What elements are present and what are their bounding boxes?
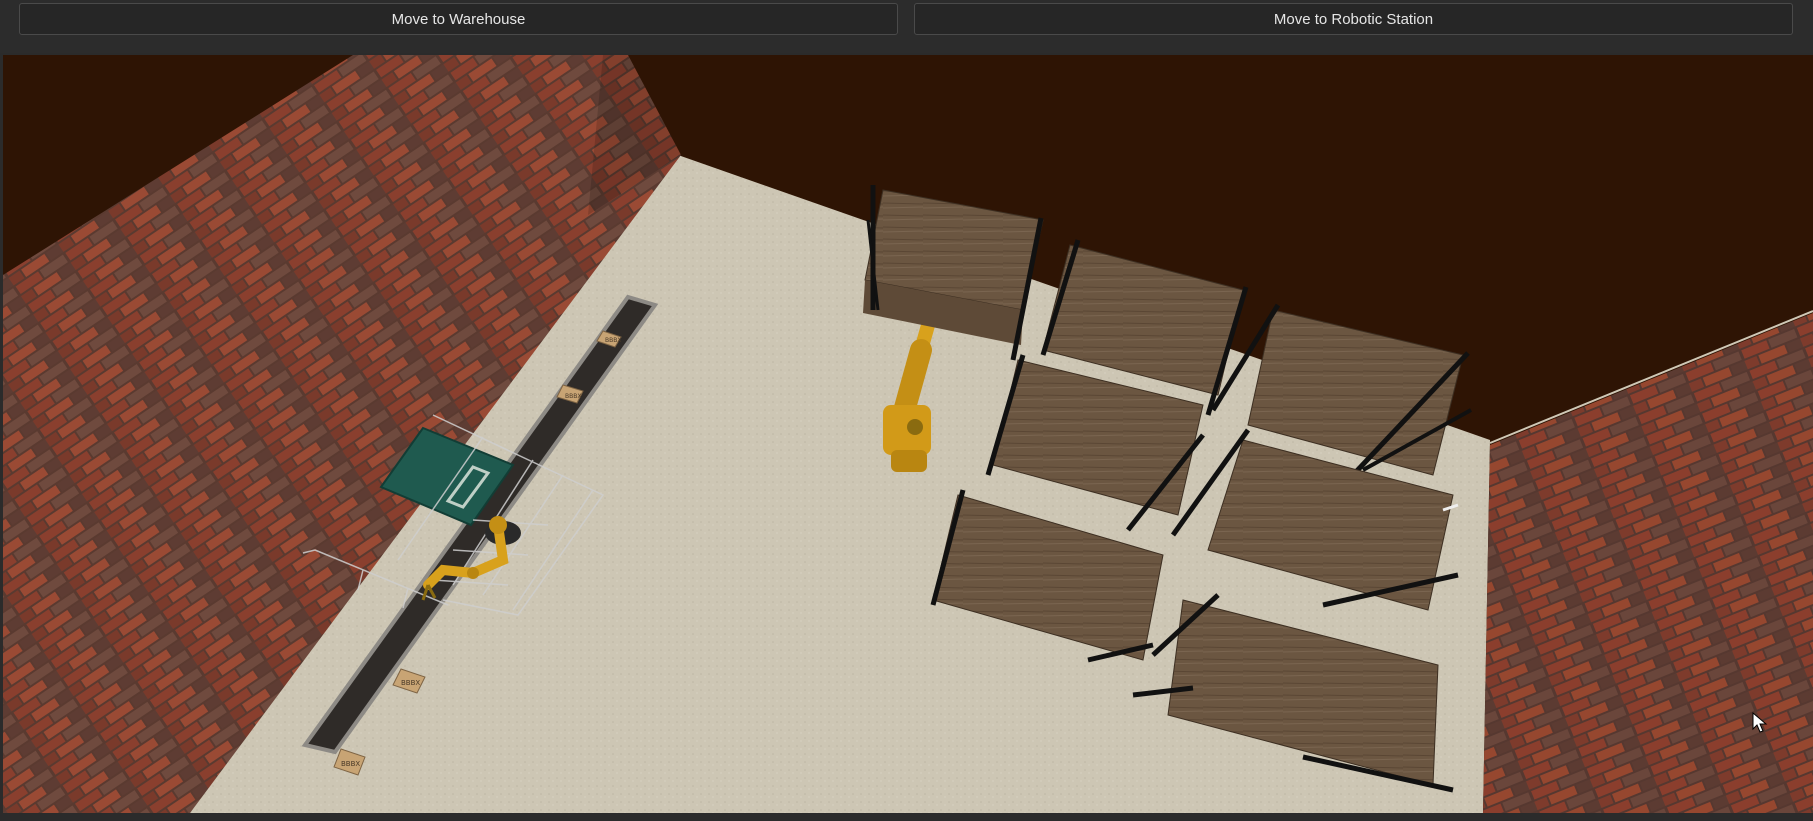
- mouse-cursor-icon: [1752, 712, 1768, 733]
- svg-text:BBBX: BBBX: [401, 679, 420, 687]
- toolbar: Move to Warehouse Move to Robotic Statio…: [0, 0, 1813, 53]
- move-to-robotic-station-button[interactable]: Move to Robotic Station: [914, 3, 1793, 35]
- 3d-scene-viewport[interactable]: BBBX BBBX BBBX BBBX: [3, 55, 1813, 813]
- svg-text:BBBX: BBBX: [341, 760, 360, 768]
- move-to-warehouse-button[interactable]: Move to Warehouse: [19, 3, 898, 35]
- svg-text:BBBX: BBBX: [565, 393, 581, 400]
- svg-text:BBBX: BBBX: [605, 337, 621, 344]
- bottom-border: [0, 813, 1813, 821]
